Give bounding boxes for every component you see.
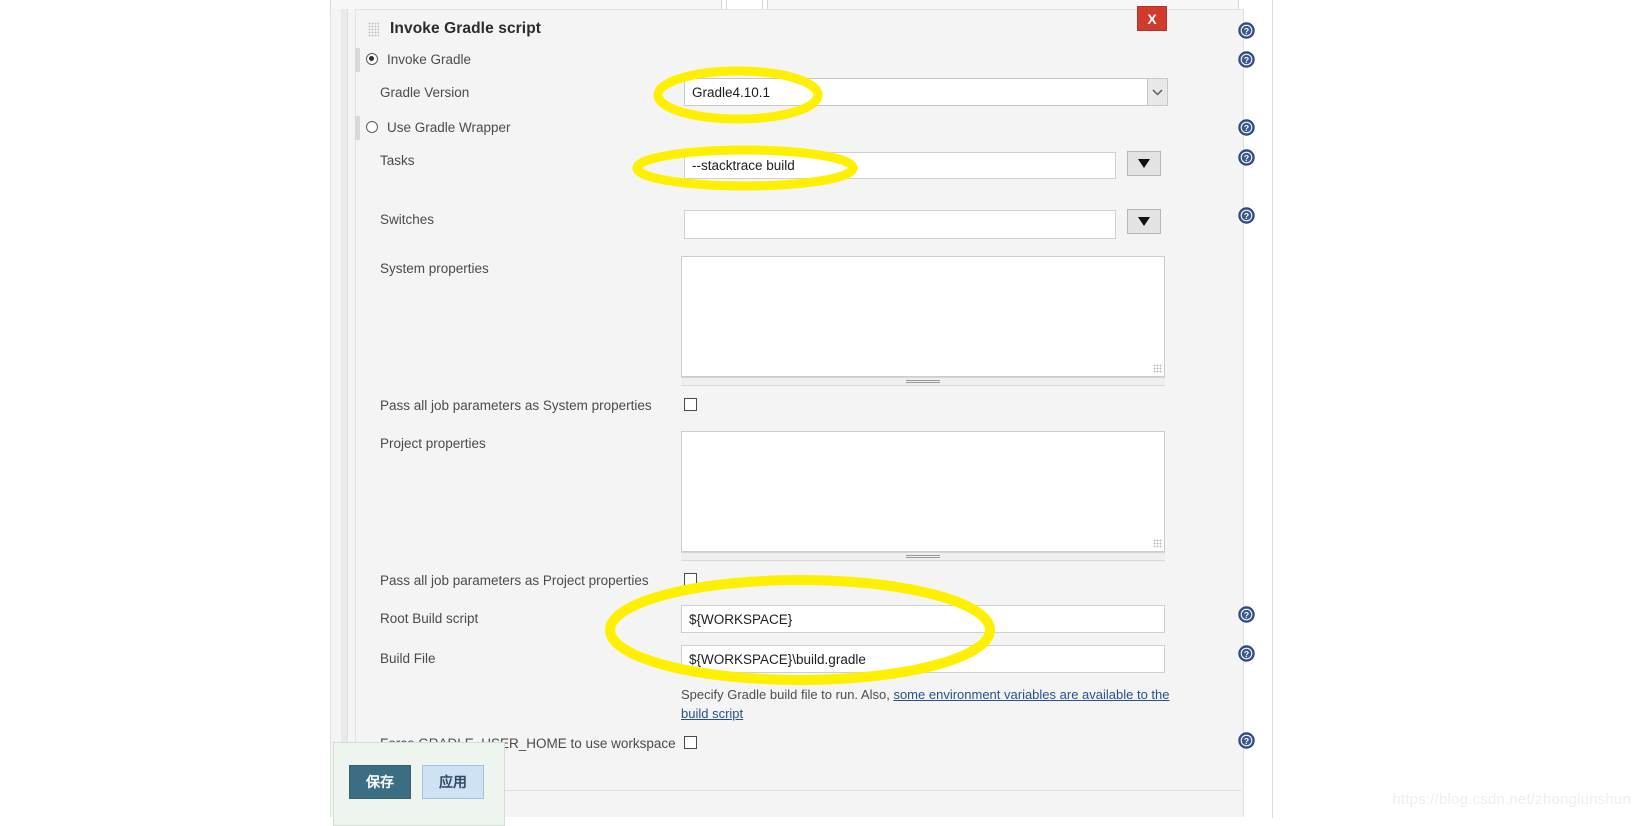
svg-text:?: ? [1244,736,1249,746]
save-button[interactable]: 保存 [349,765,411,799]
action-popup: 保存 应用 [333,742,505,826]
help-question-icon[interactable]: ? [1238,51,1255,68]
radio-use-gradle-wrapper[interactable] [366,121,378,133]
pass-system-properties-label: Pass all job parameters as System proper… [380,398,652,413]
system-properties-splitter[interactable] [681,377,1165,386]
project-properties-splitter[interactable] [681,552,1165,561]
triangle-down-icon [1138,217,1150,226]
pass-project-properties-checkbox[interactable] [684,573,697,586]
radio-invoke-gradle-label: Invoke Gradle [387,52,472,67]
svg-text:?: ? [1244,211,1249,221]
svg-text:?: ? [1244,153,1249,163]
gradle-version-value: Gradle4.10.1 [692,84,771,100]
gradle-version-field[interactable]: Gradle4.10.1 [684,78,1168,106]
help-question-icon[interactable]: ? [1238,606,1255,623]
apply-button[interactable]: 应用 [422,765,484,799]
help-question-icon[interactable]: ? [1238,149,1255,166]
drag-handle-icon[interactable] [368,21,379,37]
radio-group-accent-wrapper [355,116,360,140]
tasks-input[interactable] [684,152,1116,179]
radio-group-accent-invoke [355,48,360,72]
switches-dropdown-button[interactable] [1127,209,1161,234]
system-properties-textarea[interactable] [681,256,1165,377]
panel-right-edge [1272,0,1273,818]
help-question-icon[interactable]: ? [1238,645,1255,662]
system-properties-label: System properties [380,261,489,276]
radio-use-gradle-wrapper-label: Use Gradle Wrapper [387,120,511,135]
pass-system-properties-checkbox[interactable] [684,398,697,411]
svg-text:?: ? [1244,610,1249,620]
system-properties-field[interactable] [681,256,1165,377]
help-question-icon[interactable]: ? [1238,119,1255,136]
page-background: Invoke Gradle script X Invoke Gradle Gra… [0,0,1647,826]
build-file-label: Build File [380,651,436,666]
help-question-icon[interactable]: ? [1238,732,1255,749]
project-properties-field[interactable] [681,431,1165,552]
tab-active[interactable] [726,0,763,9]
project-properties-textarea[interactable] [681,431,1165,552]
project-properties-label: Project properties [380,436,486,451]
build-file-description-text: Specify Gradle build file to run. Also, [681,687,894,702]
pass-project-properties-label: Pass all job parameters as Project prope… [380,573,649,588]
tasks-label: Tasks [380,153,415,168]
help-question-icon[interactable]: ? [1238,22,1255,39]
panel-gutter [341,9,348,817]
chevron-down-icon[interactable] [1147,79,1167,105]
build-file-input[interactable] [681,645,1165,673]
gradle-version-label: Gradle Version [380,85,470,100]
switches-input[interactable] [684,210,1116,239]
radio-invoke-gradle[interactable] [366,53,378,65]
root-build-script-label: Root Build script [380,611,479,626]
page-title: Invoke Gradle script [390,20,542,37]
force-gradle-user-home-checkbox[interactable] [684,736,697,749]
switches-label: Switches [380,212,435,227]
svg-text:?: ? [1244,26,1249,36]
svg-text:?: ? [1244,123,1249,133]
tab-next[interactable] [767,0,1239,9]
tasks-dropdown-button[interactable] [1127,151,1161,176]
tab-previous[interactable] [330,0,722,9]
svg-text:?: ? [1244,55,1249,65]
build-file-description: Specify Gradle build file to run. Also, … [681,685,1181,723]
close-button[interactable]: X [1137,6,1167,31]
svg-text:?: ? [1244,649,1249,659]
triangle-down-icon [1138,159,1150,168]
help-question-icon[interactable]: ? [1238,207,1255,224]
watermark-text: https://blog.csdn.net/zhonglunshun [1392,791,1631,808]
root-build-script-input[interactable] [681,605,1165,633]
